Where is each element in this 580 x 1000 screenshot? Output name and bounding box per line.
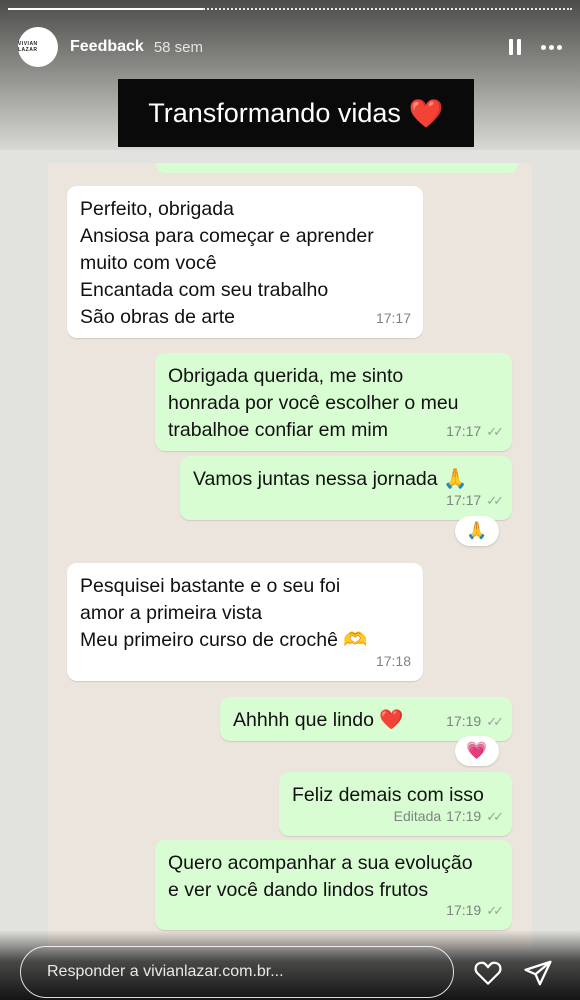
message-reaction[interactable]: 💗 xyxy=(455,736,499,766)
heart-icon[interactable] xyxy=(473,958,503,988)
double-check-icon: ✓✓ xyxy=(486,809,504,824)
story-header: VIVIAN LAZAR Feedback 58 sem xyxy=(18,26,562,68)
message-line: honrada por você escolher o meu xyxy=(168,392,459,414)
send-icon[interactable] xyxy=(523,958,553,988)
message-edited-label: Editada xyxy=(393,808,442,824)
message-line: Pesquisei bastante e o seu foi xyxy=(80,575,341,597)
double-check-icon: ✓✓ xyxy=(486,903,504,918)
double-check-icon: ✓✓ xyxy=(486,714,504,729)
story-title: Transformando vidas xyxy=(148,97,401,128)
message-time: 17:17 xyxy=(375,310,411,326)
double-check-icon: ✓✓ xyxy=(486,424,504,439)
reply-placeholder: Responder a vivianlazar.com.br... xyxy=(47,963,284,980)
header-actions xyxy=(509,39,562,55)
account-name[interactable]: Feedback xyxy=(70,38,144,56)
message-line: São obras de arte xyxy=(80,306,236,328)
reply-input[interactable]: Responder a vivianlazar.com.br... xyxy=(20,946,454,998)
message-time: 17:18 xyxy=(375,653,411,669)
message-line: muito com você xyxy=(80,252,217,274)
message-outgoing: Vamos juntas nessa jornada 🙏 17:17 ✓✓ xyxy=(180,456,512,520)
message-line: Ansiosa para começar e aprender xyxy=(80,225,374,247)
double-check-icon: ✓✓ xyxy=(486,493,504,508)
message-line: Quero acompanhar a sua evolução xyxy=(168,852,473,874)
message-incoming: Pesquisei bastante e o seu foi amor a pr… xyxy=(67,563,423,681)
story-title-box: Transformando vidas ❤️ xyxy=(118,79,474,147)
message-line: amor a primeira vista xyxy=(80,602,263,624)
message-incoming: Perfeito, obrigada Ansiosa para começar … xyxy=(67,186,423,338)
message-line: Meu primeiro curso de crochê 🫶 xyxy=(80,629,368,651)
chat-screenshot: Perfeito, obrigada Ansiosa para começar … xyxy=(48,163,532,950)
title-heart-emoji: ❤️ xyxy=(408,97,444,129)
story-progress-fill xyxy=(8,8,203,10)
message-line: Encantada com seu trabalho xyxy=(80,279,329,301)
message-outgoing: Feliz demais com isso Editada 17:19 ✓✓ xyxy=(279,772,512,836)
message-reaction[interactable]: 🙏 xyxy=(455,516,499,546)
story-time: 58 sem xyxy=(153,38,204,56)
message-outgoing: Ahhhh que lindo ❤️ 17:19 ✓✓ xyxy=(220,697,512,741)
previous-message-edge xyxy=(156,163,518,173)
message-time: 17:17 xyxy=(446,492,482,508)
message-time: 17:19 xyxy=(446,902,482,918)
message-line: Obrigada querida, me sinto xyxy=(168,365,404,387)
more-icon[interactable] xyxy=(541,44,562,50)
pause-icon[interactable] xyxy=(509,39,521,55)
message-line: Perfeito, obrigada xyxy=(80,198,234,220)
message-time: 17:19 xyxy=(446,713,482,729)
message-time: 17:17 xyxy=(446,423,482,439)
message-time: 17:19 xyxy=(446,808,482,824)
message-outgoing: Quero acompanhar a sua evolução e ver vo… xyxy=(155,840,512,930)
avatar[interactable]: VIVIAN LAZAR xyxy=(18,27,58,67)
message-outgoing: Obrigada querida, me sinto honrada por v… xyxy=(155,353,512,451)
